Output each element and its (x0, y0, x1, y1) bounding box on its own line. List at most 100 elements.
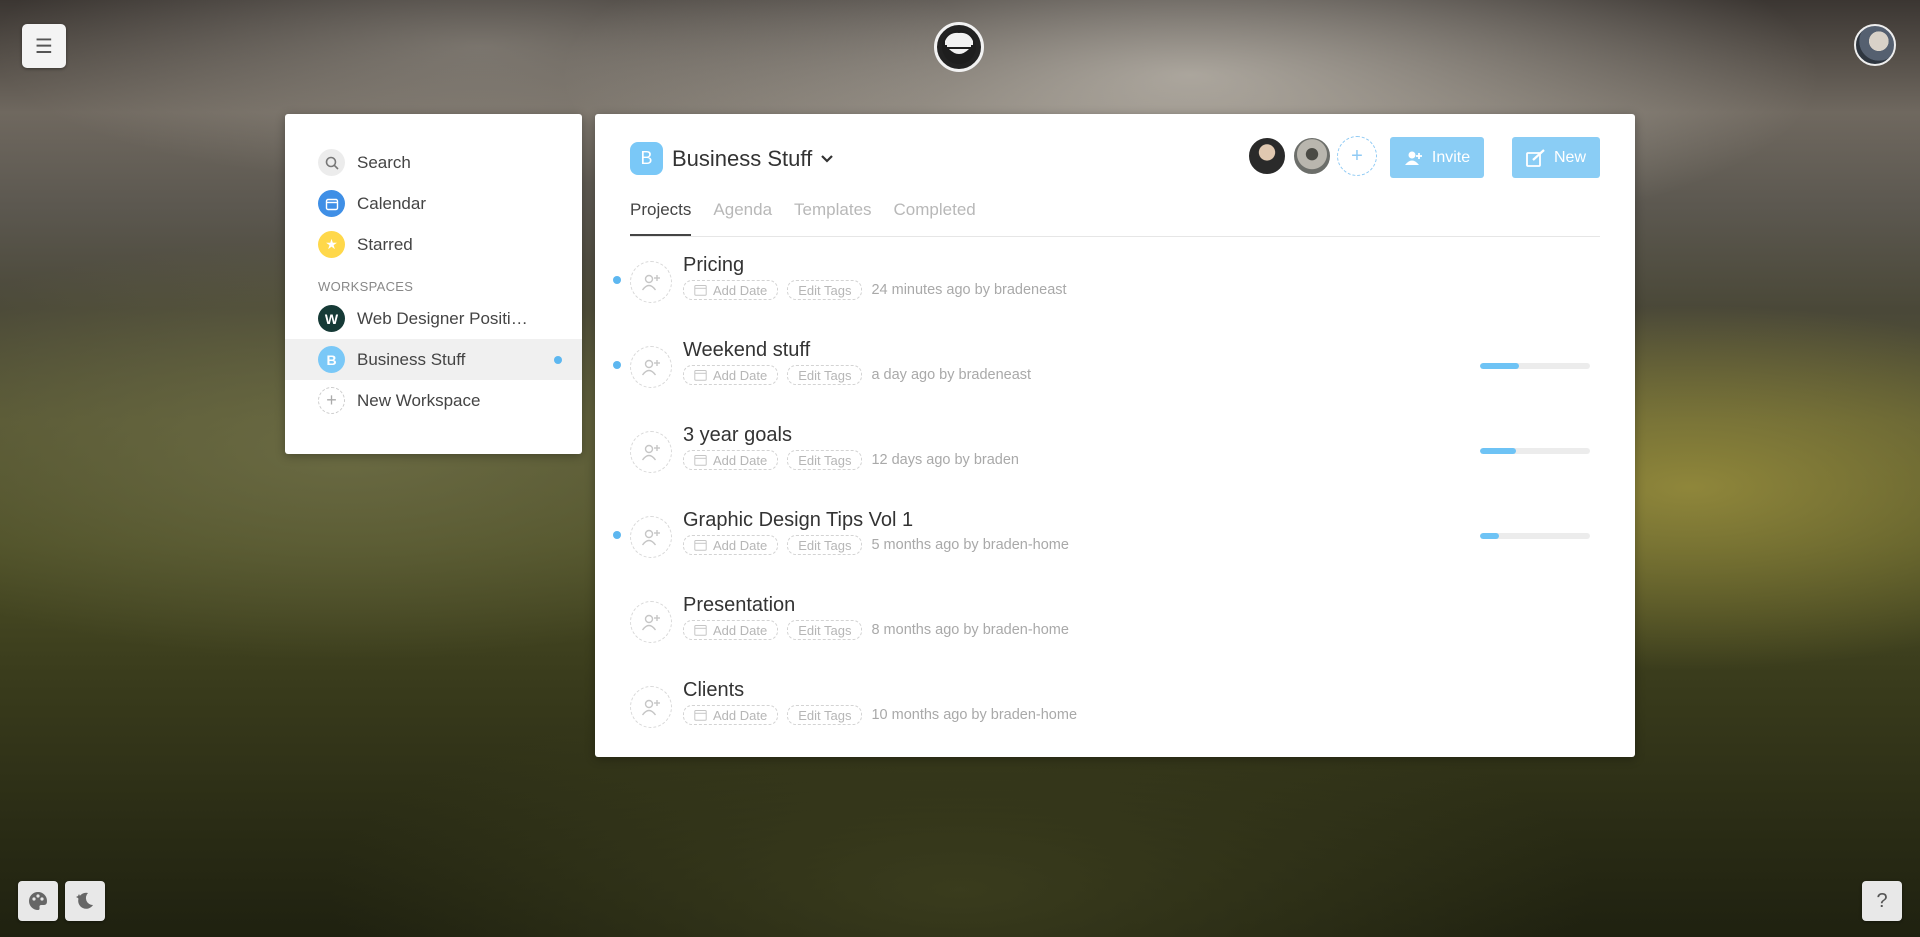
calendar-icon (694, 710, 707, 721)
new-button[interactable]: New (1512, 137, 1600, 178)
project-title[interactable]: Pricing (683, 254, 744, 277)
unread-dot (613, 531, 621, 539)
theme-button[interactable] (18, 881, 58, 921)
project-title[interactable]: Weekend stuff (683, 339, 810, 362)
invite-button[interactable]: Invite (1390, 137, 1484, 178)
sidebar-item-label: Business Stuff (357, 349, 466, 369)
chip-label: Add Date (713, 622, 768, 638)
add-user-icon (641, 444, 660, 461)
add-member-button[interactable]: + (1337, 136, 1377, 176)
tab-templates[interactable]: Templates (794, 192, 871, 236)
edit-tags-chip[interactable]: Edit Tags (787, 620, 863, 640)
edit-icon (1526, 148, 1545, 167)
edit-tags-chip[interactable]: Edit Tags (787, 535, 863, 555)
plus-icon: + (318, 387, 345, 414)
add-user-icon (1404, 151, 1422, 165)
sidebar-item-label: Web Designer Positi… (357, 308, 528, 328)
calendar-icon (694, 455, 707, 466)
project-row[interactable]: Presentation Add Date Edit Tags 8 months ag… (595, 586, 1635, 671)
workspace-badge: B (318, 346, 345, 373)
tab-agenda[interactable]: Agenda (713, 192, 772, 236)
chip-label: Edit Tags (798, 537, 852, 553)
progress-fill (1480, 448, 1517, 454)
add-date-chip[interactable]: Add Date (683, 280, 779, 300)
project-updated: 8 months ago by braden-home (871, 622, 1069, 638)
project-title[interactable]: Clients (683, 679, 744, 702)
edit-tags-chip[interactable]: Edit Tags (787, 280, 863, 300)
assign-user-button[interactable] (630, 601, 672, 643)
member-avatar[interactable] (1292, 136, 1332, 176)
project-list: Pricing Add Date Edit Tags 24 minutes ago b… (595, 246, 1635, 756)
add-date-chip[interactable]: Add Date (683, 705, 779, 725)
sidebar-workspace-business-stuff[interactable]: B Business Stuff (285, 339, 582, 380)
chip-label: Add Date (713, 282, 768, 298)
chip-label: Edit Tags (798, 367, 852, 383)
user-avatar[interactable] (1854, 24, 1896, 66)
project-title[interactable]: Graphic Design Tips Vol 1 (683, 509, 913, 532)
project-row[interactable]: Weekend stuff Add Date Edit Tags a day ago … (595, 331, 1635, 416)
add-user-icon (641, 274, 660, 291)
edit-tags-chip[interactable]: Edit Tags (787, 450, 863, 470)
add-date-chip[interactable]: Add Date (683, 535, 779, 555)
invite-label: Invite (1431, 148, 1471, 166)
project-updated: a day ago by bradeneast (871, 367, 1032, 383)
assign-user-button[interactable] (630, 431, 672, 473)
progress-fill (1480, 533, 1499, 539)
sidebar-workspace-web-designer[interactable]: W Web Designer Positi… (285, 298, 582, 339)
chip-label: Add Date (713, 367, 768, 383)
project-updated: 10 months ago by braden-home (871, 707, 1078, 723)
search-icon (318, 149, 345, 176)
assign-user-button[interactable] (630, 686, 672, 728)
project-meta: Add Date Edit Tags a day ago by bradeneast (683, 365, 1031, 385)
assign-user-button[interactable] (630, 261, 672, 303)
project-title[interactable]: 3 year goals (683, 424, 792, 447)
sidebar-item-new-workspace[interactable]: + New Workspace (285, 380, 582, 421)
project-progress-bar (1480, 363, 1590, 369)
chip-label: Edit Tags (798, 452, 852, 468)
add-user-icon (641, 699, 660, 716)
assign-user-button[interactable] (630, 346, 672, 388)
app-logo[interactable] (934, 22, 984, 72)
sidebar-item-starred[interactable]: ★ Starred (285, 224, 582, 265)
assign-user-button[interactable] (630, 516, 672, 558)
project-updated: 5 months ago by braden-home (871, 537, 1069, 553)
project-updated: 24 minutes ago by bradeneast (871, 282, 1067, 298)
tab-projects[interactable]: Projects (630, 192, 692, 236)
tab-bar: Projects Agenda Templates Completed (630, 192, 1600, 237)
member-avatar[interactable] (1247, 136, 1287, 176)
project-row[interactable]: Graphic Design Tips Vol 1 Add Date Edit Ta… (595, 501, 1635, 586)
sidebar-item-label: Starred (357, 234, 413, 254)
help-button[interactable]: ? (1862, 881, 1902, 921)
edit-tags-chip[interactable]: Edit Tags (787, 705, 863, 725)
unread-dot (554, 356, 562, 364)
project-meta: Add Date Edit Tags 24 minutes ago by brade… (683, 280, 1067, 300)
tab-completed[interactable]: Completed (894, 192, 976, 236)
project-row[interactable]: Clients Add Date Edit Tags 10 months ago by… (595, 671, 1635, 756)
add-date-chip[interactable]: Add Date (683, 365, 779, 385)
chip-label: Edit Tags (798, 622, 852, 638)
new-label: New (1553, 148, 1586, 166)
add-date-chip[interactable]: Add Date (683, 450, 779, 470)
add-date-chip[interactable]: Add Date (683, 620, 779, 640)
night-mode-button[interactable] (65, 881, 105, 921)
star-icon: ★ (318, 231, 345, 258)
edit-tags-chip[interactable]: Edit Tags (787, 365, 863, 385)
calendar-icon (694, 370, 707, 381)
unread-dot (613, 361, 621, 369)
unread-dot (613, 276, 621, 284)
workspace-badge: B (630, 142, 663, 175)
workspace-badge: W (318, 305, 345, 332)
project-updated: 12 days ago by braden (871, 452, 1019, 468)
chip-label: Add Date (713, 707, 768, 723)
add-user-icon (641, 614, 660, 631)
sidebar-item-search[interactable]: Search (285, 142, 582, 183)
project-row[interactable]: Pricing Add Date Edit Tags 24 minutes ago b… (595, 246, 1635, 331)
workspace-switcher[interactable]: B Business Stuff (630, 142, 834, 175)
project-title[interactable]: Presentation (683, 594, 795, 617)
sidebar: Search Calendar ★ Starred WORKSPACES W W… (285, 114, 582, 454)
sidebar-item-calendar[interactable]: Calendar (285, 183, 582, 224)
calendar-icon (694, 540, 707, 551)
plus-icon: + (1351, 144, 1363, 167)
project-row[interactable]: 3 year goals Add Date Edit Tags 12 days ago… (595, 416, 1635, 501)
menu-button[interactable]: ☰ (22, 24, 66, 68)
